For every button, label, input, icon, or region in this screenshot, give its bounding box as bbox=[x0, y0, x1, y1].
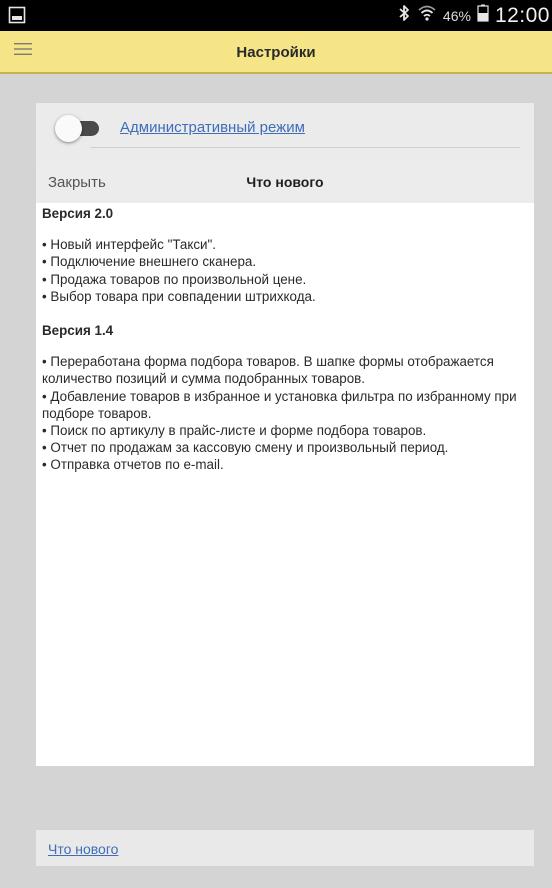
page-title: Настройки bbox=[236, 44, 316, 61]
changelog: Версия 2.0 • Новый интерфейс "Такси". • … bbox=[42, 205, 530, 474]
list-item: • Поиск по артикулу в прайс-листе и форм… bbox=[42, 423, 427, 439]
list-item: • Переработана форма подбора товаров. В … bbox=[42, 354, 494, 387]
screenshot-icon bbox=[8, 6, 26, 24]
wifi-icon bbox=[417, 4, 437, 27]
version-block: Версия 2.0 • Новый интерфейс "Такси". • … bbox=[42, 205, 530, 305]
status-indicators: 46% 12:00 bbox=[397, 0, 552, 31]
settings-card: Административный режим bbox=[36, 103, 534, 161]
list-item: • Отчет по продажам за кассовую смену и … bbox=[42, 440, 449, 456]
whats-new-panel: Закрыть Что нового Версия 2.0 • Новый ин… bbox=[36, 161, 534, 766]
list-item: • Отправка отчетов по e-mail. bbox=[42, 457, 224, 473]
toggle-knob bbox=[55, 115, 82, 142]
battery-icon bbox=[477, 4, 489, 27]
version-title: Версия 2.0 bbox=[42, 206, 114, 221]
list-item: • Подключение внешнего сканера. bbox=[42, 254, 257, 270]
close-button[interactable]: Закрыть bbox=[48, 161, 106, 203]
list-item: • Новый интерфейс "Такси". bbox=[42, 237, 217, 253]
admin-mode-toggle[interactable] bbox=[55, 113, 99, 143]
bottom-card: Что нового bbox=[36, 830, 534, 866]
whats-new-title: Что нового bbox=[246, 174, 324, 190]
list-item: • Продажа товаров по произвольной цене. bbox=[42, 271, 307, 287]
hamburger-menu-icon bbox=[14, 42, 32, 61]
version-title: Версия 1.4 bbox=[42, 323, 114, 339]
status-bar: 46% 12:00 bbox=[0, 0, 552, 31]
whats-new-link[interactable]: Что нового bbox=[48, 830, 118, 868]
divider bbox=[90, 147, 520, 148]
list-item: • Добавление товаров в избранное и устан… bbox=[42, 388, 517, 421]
battery-percent: 46% bbox=[442, 7, 471, 24]
bluetooth-icon bbox=[397, 4, 411, 27]
list-item: • Выбор товара при совпадении штрихкода. bbox=[42, 288, 316, 304]
admin-mode-link[interactable]: Административный режим bbox=[120, 119, 305, 136]
version-block: Версия 1.4 • Переработана форма подбора … bbox=[42, 322, 530, 474]
app-bar: Настройки bbox=[0, 31, 552, 74]
menu-button[interactable] bbox=[0, 31, 46, 72]
whats-new-header: Закрыть Что нового bbox=[36, 161, 534, 203]
status-time: 12:00 bbox=[494, 3, 550, 27]
